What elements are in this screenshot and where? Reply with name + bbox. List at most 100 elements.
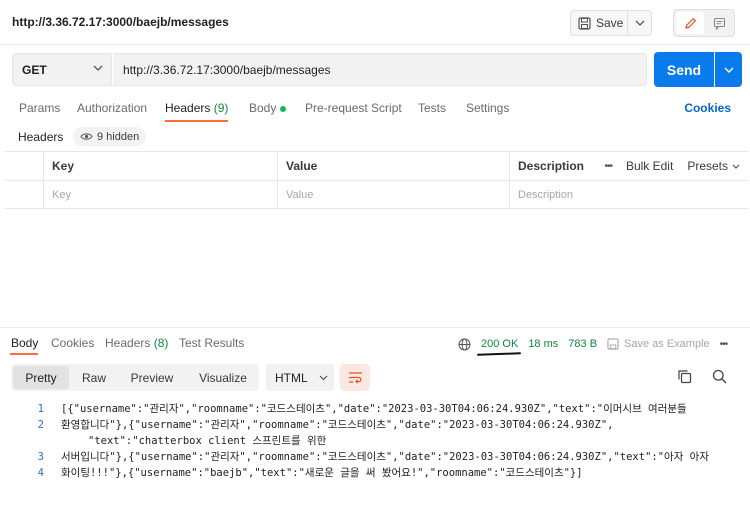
save-button[interactable]: Save <box>570 10 628 36</box>
view-raw-button[interactable]: Raw <box>69 366 119 389</box>
active-tab-indicator <box>165 120 228 122</box>
key-placeholder: Key <box>52 189 71 201</box>
column-key-label: Key <box>52 159 75 173</box>
tab-headers[interactable]: Headers (9) <box>165 101 228 115</box>
line-number: 4 <box>37 467 44 479</box>
code-text: "text":"chatterbox client 스프린트를 위한 <box>88 435 327 447</box>
cookies-link[interactable]: Cookies <box>684 101 731 115</box>
response-tab-headers-count: (8) <box>153 336 169 350</box>
value-placeholder: Value <box>286 189 314 201</box>
comment-icon <box>713 17 725 30</box>
view-pretty-button[interactable]: Pretty <box>13 366 69 389</box>
url-input[interactable]: http://3.36.72.17:3000/baejb/messages <box>113 53 647 86</box>
format-select[interactable]: HTML <box>266 364 334 391</box>
copy-icon[interactable] <box>677 369 692 384</box>
save-as-example-button[interactable]: Save as Example <box>607 338 710 350</box>
tab-tests[interactable]: Tests <box>418 101 446 115</box>
headers-table: Key Value Description ••• Bulk Edit Pres… <box>5 151 748 209</box>
more-options-icon[interactable]: ••• <box>720 339 728 350</box>
save-options-button[interactable] <box>628 10 652 36</box>
url-text: http://3.36.72.17:3000/baejb/messages <box>123 62 331 77</box>
response-tab-body[interactable]: Body <box>11 336 38 350</box>
chevron-down-icon <box>724 67 733 73</box>
more-options-icon[interactable]: ••• <box>604 161 612 172</box>
column-description: Description <box>509 152 599 180</box>
comments-button[interactable] <box>706 12 732 34</box>
eye-icon <box>80 133 93 140</box>
chevron-down-icon <box>319 375 328 380</box>
presets-dropdown[interactable]: Presets <box>687 159 740 173</box>
code-text: [{"username":"관리자","roomname":"코드스테이츠","… <box>61 403 687 415</box>
response-size[interactable]: 783 B <box>568 338 597 350</box>
response-tab-headers[interactable]: Headers (8) <box>105 336 168 350</box>
table-tools: ••• Bulk Edit Presets <box>604 152 740 180</box>
column-value: Value <box>277 152 509 180</box>
tab-body-label: Body <box>249 101 277 115</box>
column-description-label: Description <box>518 159 585 173</box>
line-number: 3 <box>37 451 44 463</box>
edit-mode-button[interactable] <box>676 12 704 34</box>
send-label: Send <box>666 61 702 78</box>
code-line: 1 [{"username":"관리자","roomname":"코드스테이츠"… <box>10 401 745 417</box>
body-indicator-dot <box>280 105 287 112</box>
mode-toggle <box>673 9 735 37</box>
response-divider[interactable] <box>0 327 750 328</box>
hidden-headers-toggle[interactable]: 9 hidden <box>73 127 147 146</box>
bulk-edit-button[interactable]: Bulk Edit <box>626 159 673 173</box>
response-tab-test-results[interactable]: Test Results <box>179 336 244 350</box>
view-visualize-button[interactable]: Visualize <box>191 366 255 389</box>
key-input[interactable]: Key <box>43 181 277 209</box>
tab-settings[interactable]: Settings <box>466 101 509 115</box>
code-text: 서버입니다"},{"username":"관리자","roomname":"코드… <box>61 451 709 463</box>
globe-icon[interactable] <box>458 338 471 351</box>
code-text: 화이팅!!!"},{"username":"baejb","text":"새로운… <box>61 467 583 479</box>
description-placeholder: Description <box>518 189 574 201</box>
format-label: HTML <box>275 370 308 385</box>
value-input[interactable]: Value <box>277 181 509 209</box>
presets-label: Presets <box>687 159 728 173</box>
request-title[interactable]: http://3.36.72.17:3000/baejb/messages <box>12 15 229 29</box>
line-number: 1 <box>37 403 44 415</box>
send-button[interactable]: Send <box>654 52 714 87</box>
method-label: GET <box>22 62 47 77</box>
response-tab-headers-label: Headers <box>105 336 151 350</box>
tab-authorization[interactable]: Authorization <box>77 101 147 115</box>
method-select[interactable]: GET <box>12 53 112 86</box>
column-value-label: Value <box>286 159 318 173</box>
description-input[interactable]: Description <box>509 181 599 209</box>
chevron-down-icon <box>635 20 644 26</box>
headers-section-label: Headers <box>18 130 64 144</box>
column-key: Key <box>43 152 277 180</box>
table-header-row: Key Value Description ••• Bulk Edit Pres… <box>5 152 748 181</box>
table-row: Key Value Description <box>5 181 748 210</box>
active-response-tab-indicator <box>10 353 38 355</box>
title-bar: http://3.36.72.17:3000/baejb/messages Sa… <box>0 0 750 45</box>
response-body[interactable]: 1 [{"username":"관리자","roomname":"코드스테이츠"… <box>10 401 745 481</box>
save-icon <box>607 338 619 350</box>
search-icon[interactable] <box>712 369 727 384</box>
save-label: Save <box>596 16 624 30</box>
tab-headers-label: Headers <box>165 101 211 115</box>
code-line: 4 화이팅!!!"},{"username":"baejb","text":"새… <box>10 465 745 481</box>
code-line: 3 서버입니다"},{"username":"관리자","roomname":"… <box>10 449 745 465</box>
response-time[interactable]: 18 ms <box>528 338 558 350</box>
hidden-headers-label: 9 hidden <box>97 130 140 143</box>
wrap-lines-button[interactable] <box>340 364 370 391</box>
send-options-button[interactable] <box>715 52 742 87</box>
save-as-example-label: Save as Example <box>624 338 710 350</box>
tab-params[interactable]: Params <box>19 101 60 115</box>
wrap-lines-icon <box>348 372 362 384</box>
status-code[interactable]: 200 OK <box>481 338 518 350</box>
tab-pre-request-script[interactable]: Pre-request Script <box>305 101 402 115</box>
chevron-down-icon <box>732 164 740 169</box>
response-status-bar: 200 OK 18 ms 783 B Save as Example ••• <box>458 336 728 352</box>
response-view-toggle: Pretty Raw Preview Visualize <box>11 364 259 391</box>
chevron-down-icon <box>93 65 103 71</box>
tab-body[interactable]: Body <box>249 101 287 115</box>
response-tab-cookies[interactable]: Cookies <box>51 336 94 350</box>
tab-headers-count: (9) <box>213 101 229 115</box>
line-number: 2 <box>37 419 44 431</box>
view-preview-button[interactable]: Preview <box>123 366 181 389</box>
code-line-continuation: "text":"chatterbox client 스프린트를 위한 <box>10 433 745 449</box>
code-text: 환영합니다"},{"username":"관리자","roomname":"코드… <box>61 419 614 431</box>
